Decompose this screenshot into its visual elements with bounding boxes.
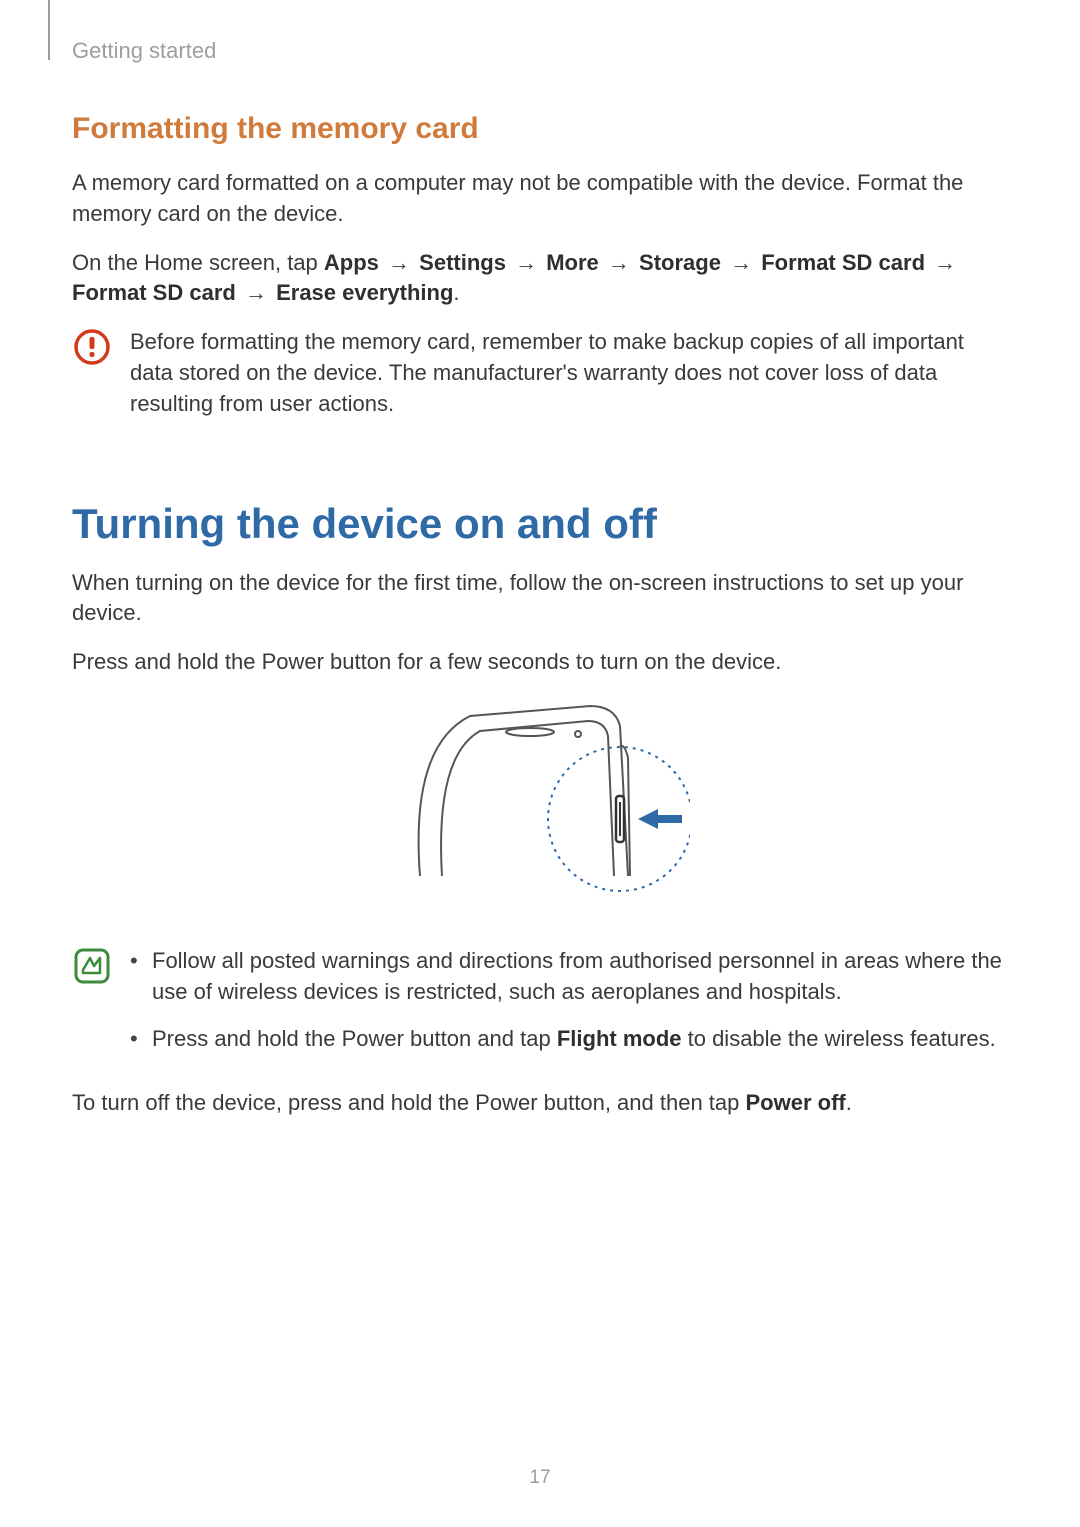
- subsection-heading: Formatting the memory card: [72, 112, 1008, 146]
- path-step: Apps: [324, 250, 379, 275]
- format-intro-text: A memory card formatted on a computer ma…: [72, 168, 1008, 230]
- caution-icon: [72, 327, 112, 367]
- poweroff-pre: To turn off the device, press and hold t…: [72, 1090, 746, 1115]
- turnon-intro-text: When turning on the device for the first…: [72, 568, 1008, 630]
- chapter-reference: Getting started: [72, 38, 1008, 64]
- caution-block: Before formatting the memory card, remem…: [72, 327, 1008, 429]
- note-icon: [72, 946, 112, 986]
- arrow-icon: →: [385, 250, 413, 275]
- format-path-text: On the Home screen, tap Apps → Settings …: [72, 248, 1008, 310]
- arrow-icon: →: [727, 250, 755, 275]
- device-illustration: [72, 696, 1008, 916]
- path-step: Settings: [419, 250, 506, 275]
- tip2-pre: Press and hold the Power button and tap: [152, 1026, 557, 1051]
- main-heading: Turning the device on and off: [72, 500, 1008, 548]
- arrow-icon: →: [242, 280, 270, 305]
- manual-page: Getting started Formatting the memory ca…: [0, 0, 1080, 1527]
- path-step: Storage: [639, 250, 721, 275]
- tip-block: Follow all posted warnings and direction…: [72, 946, 1008, 1070]
- period: .: [846, 1090, 852, 1115]
- path-step: Format SD card: [72, 280, 236, 305]
- path-step: Erase everything: [276, 280, 453, 305]
- path-intro: On the Home screen, tap: [72, 250, 324, 275]
- arrow-icon: →: [605, 250, 633, 275]
- power-off-text: To turn off the device, press and hold t…: [72, 1088, 1008, 1119]
- path-step: More: [546, 250, 599, 275]
- path-step: Format SD card: [761, 250, 925, 275]
- poweroff-strong: Power off: [746, 1090, 846, 1115]
- tip-item: Press and hold the Power button and tap …: [130, 1024, 1008, 1055]
- tip-list: Follow all posted warnings and direction…: [130, 946, 1008, 1054]
- press-hold-text: Press and hold the Power button for a fe…: [72, 647, 1008, 678]
- period: .: [453, 280, 459, 305]
- arrow-icon: →: [512, 250, 540, 275]
- page-number: 17: [0, 1467, 1080, 1489]
- arrow-icon: →: [931, 250, 959, 275]
- caution-text: Before formatting the memory card, remem…: [130, 327, 1008, 419]
- tab-marker: [48, 0, 50, 60]
- tip2-strong: Flight mode: [557, 1026, 682, 1051]
- tip-item: Follow all posted warnings and direction…: [130, 946, 1008, 1008]
- tip2-post: to disable the wireless features.: [682, 1026, 996, 1051]
